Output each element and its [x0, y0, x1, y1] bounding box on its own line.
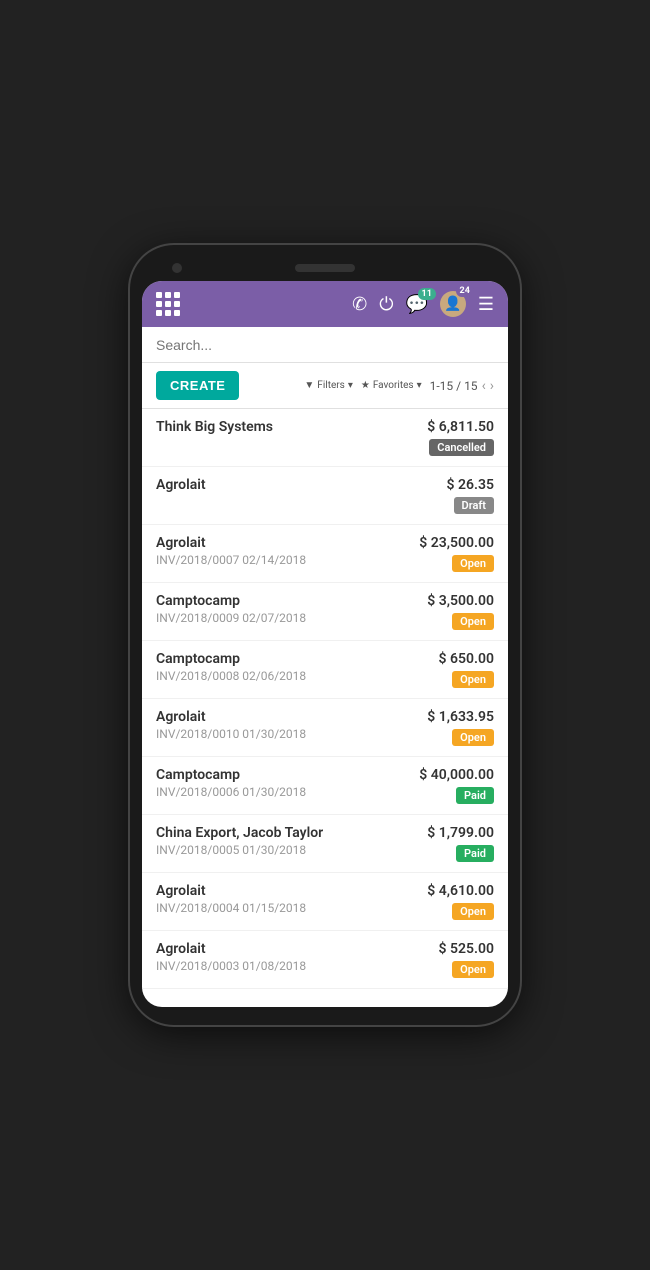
- invoice-right: $ 650.00 Open: [439, 651, 494, 688]
- status-badge: Paid: [456, 845, 494, 862]
- invoice-left: Camptocamp INV/2018/0008 02/06/2018: [156, 651, 306, 683]
- invoice-company: Think Big Systems: [156, 419, 273, 435]
- invoice-meta: INV/2018/0010 01/30/2018: [156, 727, 306, 741]
- invoice-amount: $ 650.00: [439, 651, 494, 667]
- invoice-left: Agrolait: [156, 477, 206, 493]
- invoice-company: Agrolait: [156, 883, 306, 899]
- phone-top-bezel: [142, 263, 508, 281]
- timer-icon[interactable]: ⏻: [379, 294, 393, 315]
- invoice-amount: $ 4,610.00: [427, 883, 494, 899]
- search-bar: [142, 327, 508, 363]
- invoice-company: Agrolait: [156, 535, 306, 551]
- invoice-left: Agrolait INV/2018/0003 01/08/2018: [156, 941, 306, 973]
- star-icon: ★: [361, 380, 370, 391]
- invoice-company: China Export, Jacob Taylor: [156, 825, 323, 841]
- notification-icon[interactable]: 👤 24: [440, 291, 466, 317]
- invoice-amount: $ 3,500.00: [427, 593, 494, 609]
- list-item[interactable]: Think Big Systems $ 6,811.50 Cancelled: [142, 409, 508, 467]
- invoice-amount: $ 1,633.95: [427, 709, 494, 725]
- invoice-right: $ 6,811.50 Cancelled: [427, 419, 494, 456]
- invoice-right: $ 4,610.00 Open: [427, 883, 494, 920]
- top-bar: ✆ ⏻ 💬 11 👤 24 ☰: [142, 281, 508, 327]
- list-item[interactable]: Camptocamp INV/2018/0008 02/06/2018 $ 65…: [142, 641, 508, 699]
- invoice-company: Agrolait: [156, 941, 306, 957]
- speaker-grill: [295, 264, 355, 272]
- invoice-right: $ 3,500.00 Open: [427, 593, 494, 630]
- status-badge: Open: [452, 961, 494, 978]
- invoice-amount: $ 1,799.00: [427, 825, 494, 841]
- status-badge: Paid: [456, 787, 494, 804]
- invoice-right: $ 525.00 Open: [439, 941, 494, 978]
- menu-icon[interactable]: ☰: [478, 294, 494, 315]
- filter-button[interactable]: ▼ Filters ▾: [304, 380, 352, 391]
- invoice-left: Agrolait INV/2018/0007 02/14/2018: [156, 535, 306, 567]
- phone-screen: ✆ ⏻ 💬 11 👤 24 ☰: [142, 281, 508, 1007]
- phone-device: ✆ ⏻ 💬 11 👤 24 ☰: [130, 245, 520, 1025]
- invoice-meta: INV/2018/0003 01/08/2018: [156, 959, 306, 973]
- invoice-meta: INV/2018/0008 02/06/2018: [156, 669, 306, 683]
- list-item[interactable]: Camptocamp INV/2018/0009 02/07/2018 $ 3,…: [142, 583, 508, 641]
- status-badge: Open: [452, 613, 494, 630]
- invoice-company: Camptocamp: [156, 767, 306, 783]
- list-item[interactable]: Agrolait $ 26.35 Draft: [142, 467, 508, 525]
- invoice-left: China Export, Jacob Taylor INV/2018/0005…: [156, 825, 323, 857]
- status-badge: Open: [452, 671, 494, 688]
- status-badge: Open: [452, 903, 494, 920]
- invoice-left: Camptocamp INV/2018/0006 01/30/2018: [156, 767, 306, 799]
- invoice-amount: $ 23,500.00: [419, 535, 494, 551]
- invoice-company: Camptocamp: [156, 593, 306, 609]
- invoice-company: Camptocamp: [156, 651, 306, 667]
- invoice-meta: INV/2018/0007 02/14/2018: [156, 553, 306, 567]
- invoice-left: Camptocamp INV/2018/0009 02/07/2018: [156, 593, 306, 625]
- status-badge: Open: [452, 555, 494, 572]
- list-item[interactable]: Agrolait INV/2018/0010 01/30/2018 $ 1,63…: [142, 699, 508, 757]
- top-bar-icons: ✆ ⏻ 💬 11 👤 24 ☰: [352, 291, 494, 317]
- invoice-meta: INV/2018/0006 01/30/2018: [156, 785, 306, 799]
- invoice-amount: $ 6,811.50: [427, 419, 494, 435]
- invoice-amount: $ 26.35: [447, 477, 494, 493]
- favorites-button[interactable]: ★ Favorites ▾: [361, 380, 422, 391]
- invoice-right: $ 1,799.00 Paid: [427, 825, 494, 862]
- pagination: 1-15 / 15 ‹ ›: [430, 378, 494, 394]
- list-item[interactable]: Agrolait INV/2018/0007 02/14/2018 $ 23,5…: [142, 525, 508, 583]
- invoice-right: $ 1,633.95 Open: [427, 709, 494, 746]
- filter-icon: ▼: [304, 380, 314, 391]
- status-badge: Draft: [454, 497, 494, 514]
- invoice-meta: INV/2018/0004 01/15/2018: [156, 901, 306, 915]
- status-badge: Open: [452, 729, 494, 746]
- notif-badge: 24: [456, 285, 474, 297]
- invoice-amount: $ 525.00: [439, 941, 494, 957]
- search-input[interactable]: [156, 337, 494, 353]
- grid-icon[interactable]: [156, 292, 180, 316]
- invoice-left: Agrolait INV/2018/0010 01/30/2018: [156, 709, 306, 741]
- list-item[interactable]: China Export, Jacob Taylor INV/2018/0005…: [142, 815, 508, 873]
- camera-dot: [172, 263, 182, 273]
- invoice-company: Agrolait: [156, 709, 306, 725]
- invoice-list: Think Big Systems $ 6,811.50 Cancelled A…: [142, 409, 508, 1007]
- list-item[interactable]: Agrolait INV/2018/0003 01/08/2018 $ 525.…: [142, 931, 508, 989]
- next-page-button[interactable]: ›: [490, 378, 494, 394]
- prev-page-button[interactable]: ‹: [482, 378, 486, 394]
- invoice-left: Think Big Systems: [156, 419, 273, 435]
- invoice-meta: INV/2018/0005 01/30/2018: [156, 843, 323, 857]
- invoice-company: Agrolait: [156, 477, 206, 493]
- invoice-meta: INV/2018/0009 02/07/2018: [156, 611, 306, 625]
- chat-badge: 11: [418, 288, 436, 300]
- list-item[interactable]: Agrolait INV/2018/0004 01/15/2018 $ 4,61…: [142, 873, 508, 931]
- invoice-amount: $ 40,000.00: [419, 767, 494, 783]
- invoice-right: $ 23,500.00 Open: [419, 535, 494, 572]
- chat-icon[interactable]: 💬 11: [405, 294, 427, 315]
- invoice-right: $ 40,000.00 Paid: [419, 767, 494, 804]
- phone-icon[interactable]: ✆: [352, 294, 367, 315]
- toolbar: CREATE ▼ Filters ▾ ★ Favorites ▾ 1-15 / …: [142, 363, 508, 409]
- invoice-right: $ 26.35 Draft: [447, 477, 494, 514]
- invoice-left: Agrolait INV/2018/0004 01/15/2018: [156, 883, 306, 915]
- create-button[interactable]: CREATE: [156, 371, 239, 400]
- list-item[interactable]: Camptocamp INV/2018/0006 01/30/2018 $ 40…: [142, 757, 508, 815]
- status-badge: Cancelled: [429, 439, 494, 456]
